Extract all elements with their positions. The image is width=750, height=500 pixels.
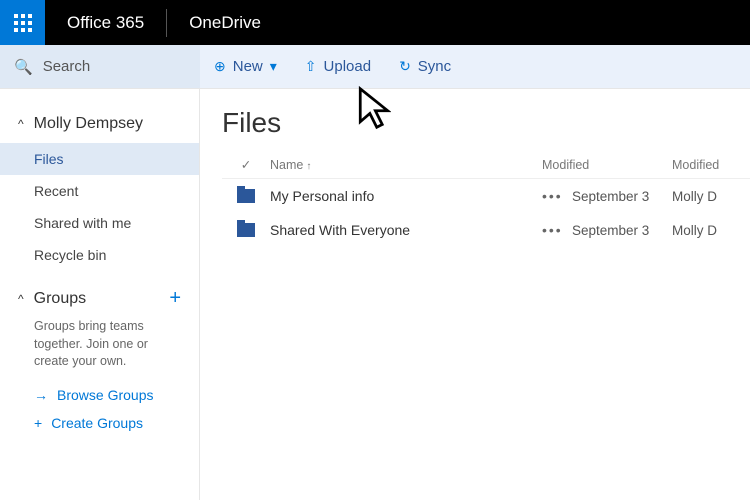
user-section-toggle[interactable]: ^ Molly Dempsey — [0, 111, 199, 143]
sidebar-item-recycle[interactable]: Recycle bin — [0, 239, 199, 271]
search-input[interactable]: 🔍 Search — [0, 45, 200, 88]
table-row[interactable]: My Personal info ••• September 3 Molly D — [222, 179, 750, 213]
column-modified-by[interactable]: Modified — [672, 158, 750, 172]
new-button[interactable]: ⊕ New ▾ — [214, 58, 277, 75]
item-modified-by: Molly D — [672, 189, 750, 204]
plus-icon: + — [34, 415, 42, 431]
groups-description: Groups bring teams together. Join one or… — [0, 316, 199, 381]
new-label: New — [233, 58, 263, 75]
upload-label: Upload — [324, 58, 372, 75]
sync-button[interactable]: ↻ Sync — [399, 58, 451, 75]
browse-groups-label: Browse Groups — [57, 387, 153, 403]
search-placeholder: Search — [43, 58, 91, 75]
upload-button[interactable]: ⇧ Upload — [305, 58, 371, 75]
plus-circle-icon: ⊕ — [214, 58, 226, 75]
item-menu-button[interactable]: ••• — [542, 222, 572, 238]
folder-icon — [237, 223, 255, 237]
global-header: Office 365 OneDrive — [0, 0, 750, 45]
sync-label: Sync — [418, 58, 451, 75]
browse-groups-link[interactable]: → Browse Groups — [0, 381, 199, 409]
page-title: Files — [222, 107, 750, 139]
item-modified-by: Molly D — [672, 223, 750, 238]
chevron-up-icon: ^ — [18, 117, 24, 131]
chevron-up-icon: ^ — [18, 292, 24, 306]
sync-icon: ↻ — [399, 58, 411, 75]
item-modified: September 3 — [572, 189, 672, 204]
search-icon: 🔍 — [14, 58, 33, 76]
create-groups-link[interactable]: + Create Groups — [0, 409, 199, 437]
sidebar-item-shared[interactable]: Shared with me — [0, 207, 199, 239]
item-name[interactable]: My Personal info — [270, 188, 542, 204]
sidebar: ^ Molly Dempsey Files Recent Shared with… — [0, 89, 200, 500]
suite-name[interactable]: Office 365 — [45, 13, 166, 33]
table-header: ✓ Name↑ Modified Modified — [222, 157, 750, 179]
app-launcher-button[interactable] — [0, 0, 45, 45]
select-all-checkbox[interactable]: ✓ — [222, 157, 270, 172]
upload-icon: ⇧ — [305, 58, 317, 75]
user-name: Molly Dempsey — [34, 115, 143, 133]
waffle-icon — [14, 14, 32, 32]
main-content: Files ✓ Name↑ Modified Modified My Perso… — [200, 89, 750, 500]
add-group-button[interactable]: + — [169, 287, 181, 310]
column-name[interactable]: Name↑ — [270, 158, 542, 172]
folder-icon — [237, 189, 255, 203]
groups-title: Groups — [34, 290, 86, 308]
item-modified: September 3 — [572, 223, 672, 238]
arrow-right-icon: → — [34, 387, 48, 403]
item-menu-button[interactable]: ••• — [542, 188, 572, 204]
app-name[interactable]: OneDrive — [167, 13, 283, 33]
action-bar: 🔍 Search ⊕ New ▾ ⇧ Upload ↻ Sync — [0, 45, 750, 89]
groups-section-toggle[interactable]: ^ Groups + — [0, 271, 199, 316]
sidebar-item-files[interactable]: Files — [0, 143, 199, 175]
table-row[interactable]: Shared With Everyone ••• September 3 Mol… — [222, 213, 750, 247]
sidebar-item-recent[interactable]: Recent — [0, 175, 199, 207]
column-modified[interactable]: Modified — [542, 158, 672, 172]
chevron-down-icon: ▾ — [270, 58, 277, 75]
sort-up-icon: ↑ — [306, 161, 311, 172]
item-name[interactable]: Shared With Everyone — [270, 222, 542, 238]
create-groups-label: Create Groups — [51, 415, 143, 431]
toolbar: ⊕ New ▾ ⇧ Upload ↻ Sync — [200, 45, 750, 88]
